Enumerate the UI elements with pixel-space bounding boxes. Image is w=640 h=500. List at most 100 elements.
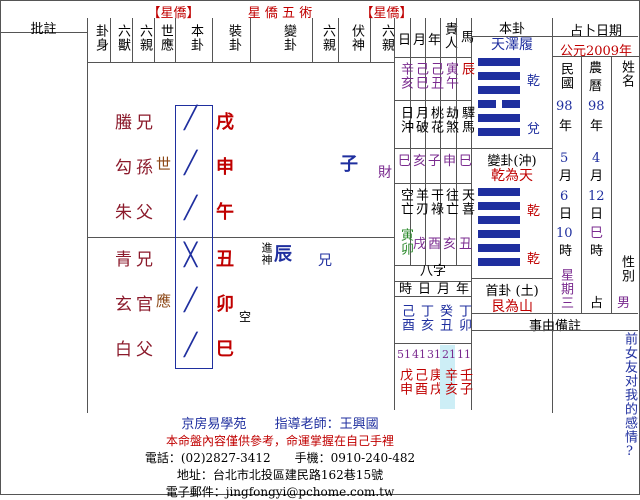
yao-line-icon: ╱ [184,333,198,358]
date-label: 羊刃 [413,188,428,216]
yao-moving-icon: ╳ [184,243,198,268]
divine-li: 曆 [589,79,603,94]
row-relation: 兄 [136,250,153,270]
dayun-ganzhi: 戊申 [397,368,412,396]
date-cell: 寅午 [443,62,458,90]
row-branch: 卯 [216,294,234,315]
biangua-yang-line [478,202,520,210]
bazi-label: 月 [437,282,451,297]
header-bengua: 本卦 [188,24,203,52]
row-branch: 丑 [216,249,234,270]
gua-name: 天澤履 [491,37,533,53]
header-liuqin2: 六親 [320,24,335,52]
dayun-ganzhi: 己酉 [412,368,427,396]
header-biangua: 變卦 [281,24,296,52]
date-cell: 己丑 [428,62,443,90]
divine-yue1: 月 [559,169,573,184]
bazi-value: 丁卯 [456,304,471,332]
divine-nian2: 年 [590,119,604,134]
divine-m2: 4 [592,151,601,166]
row-shiying: 應 [156,292,172,310]
bengua-yang-line [478,114,520,122]
bazi-label: 時 [399,282,413,297]
date-label: 劫煞 [443,106,458,134]
divine-h2: 巳 [590,226,604,241]
note-label: 批註 [0,18,87,37]
row-branch: 午 [216,202,234,223]
bian-jinshen: 進神 [260,242,273,266]
bengua-yang-line [478,128,520,136]
header-liuqin3: 六親 [379,24,394,52]
bazi-label: 日 [418,282,432,297]
header-shiying: 世應 [158,24,173,52]
date-cell: 酉 [428,237,442,252]
footer: 京房易學苑 指導老師：王興國 本命盤內容僅供參考，命運掌握在自己手裡 電話：(0… [88,410,472,499]
date-label: 天喜 [459,188,474,216]
date-label: 驛馬 [459,106,474,134]
dayun-ganzhi: 辛亥 [442,368,457,396]
biangua-yang-line [478,188,520,196]
date-label: 月破 [413,106,428,134]
kong-mark: 空 [239,310,252,324]
footer-note: 本命盤內容僅供參考，命運掌握在自己手裡 [165,434,394,448]
change-bottom: 乾 [527,252,541,267]
row-beast: 朱 [115,203,132,223]
row-beast: 勾 [115,158,132,178]
row-relation: 父 [136,203,153,223]
bian-xiong: 兄 [318,253,332,269]
divine-nong: 農 [589,61,603,76]
hdr-ma: 馬 [458,30,473,44]
date-cell: 子 [428,154,442,169]
bian-chen: 辰 [274,244,292,265]
bengua-yang-line [478,86,520,94]
footer-school: 京房易學苑 [181,417,247,432]
gua-bottom: 兌 [527,122,541,137]
divine-gender: 男 [617,296,631,311]
bengua-yin-line [502,100,520,108]
fushen-zi: 子 [340,154,358,175]
dayun-age: 21 [442,348,456,361]
divine-xingming: 姓名 [619,60,634,88]
header-zhuanggua: 裝卦 [226,24,241,52]
row-beast: 玄 [115,295,132,315]
divine-star: 星期三 [558,268,573,310]
date-cell: 亥 [413,154,427,169]
bazi-value: 癸丑 [437,304,452,332]
divine-m1: 5 [560,151,569,166]
bazi-value: 己酉 [399,304,414,332]
biangua-yang-line [478,230,520,238]
dayun-age: 51 [397,348,411,361]
bazi-title: 八字 [419,264,446,279]
yao-line-icon: ╱ [184,151,198,176]
date-label: 空亡 [398,188,413,216]
dayun-age: 31 [427,348,441,361]
date-label: 干祿 [428,188,443,216]
biangua-yang-line [478,216,520,224]
row-beast: 白 [115,340,132,360]
divine-min: 民國 [558,62,573,90]
divine-d2: 12 [588,189,605,204]
header-liushou: 六獸 [115,24,130,52]
divine-shi2: 時 [590,244,604,259]
row-branch: 戌 [216,112,234,133]
row-beast: 螣 [115,113,132,133]
date-cell: 戌 [413,237,427,252]
divine-yue2: 月 [590,169,604,184]
note-column [0,18,88,413]
divine-ri2: 日 [590,207,604,222]
change-top: 乾 [527,204,541,219]
date-label: 往亡 [443,188,458,216]
date-cell: 丑 [459,237,473,252]
footer-phone: 電話：(02)2827-3412 手機：0910-240-482 [144,451,416,465]
divine-nian1: 年 [559,119,573,134]
divine-nong-year: 98 [588,99,605,114]
yao-box [175,105,213,369]
row-relation: 父 [136,340,153,360]
date-cell: 巳 [398,154,412,169]
bazi-value: 丁亥 [418,304,433,332]
change-name: 乾為天 [491,168,533,184]
date-label: 桃花 [428,106,443,134]
date-cell: 巳 [459,154,473,169]
dayun-ganzhi: 庚戌 [427,368,442,396]
fushen-cai: 財 [378,165,392,181]
